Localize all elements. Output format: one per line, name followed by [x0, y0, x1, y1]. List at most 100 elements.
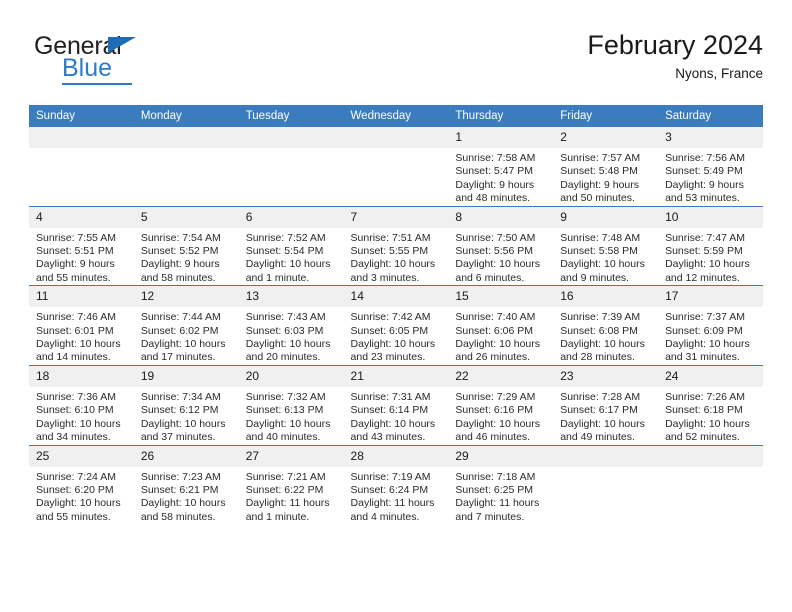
day-details: Sunrise: 7:43 AM Sunset: 6:03 PM Dayligh…	[239, 307, 344, 365]
day-details: Sunrise: 7:56 AM Sunset: 5:49 PM Dayligh…	[658, 148, 763, 206]
daylight-text-line1: Daylight: 10 hours	[455, 338, 541, 351]
day-cell[interactable]: 22 Sunrise: 7:29 AM Sunset: 6:16 PM Dayl…	[448, 364, 554, 445]
day-number: 18	[29, 365, 134, 387]
day-cell[interactable]: 20 Sunrise: 7:32 AM Sunset: 6:13 PM Dayl…	[238, 364, 344, 445]
daylight-text-line1: Daylight: 10 hours	[36, 417, 121, 430]
day-cell[interactable]: 6 Sunrise: 7:52 AM Sunset: 5:54 PM Dayli…	[238, 205, 344, 286]
sunset-text: Sunset: 6:16 PM	[455, 404, 534, 417]
daylight-text-line2: and 37 minutes.	[140, 431, 216, 444]
daylight-text-line2: and 48 minutes.	[455, 192, 531, 205]
day-number: 7	[343, 206, 449, 228]
daylight-text-line1: Daylight: 11 hours	[245, 497, 330, 510]
sunrise-text: Sunrise: 7:40 AM	[455, 311, 536, 324]
day-cell[interactable]: 29 Sunrise: 7:18 AM Sunset: 6:25 PM Dayl…	[448, 444, 554, 525]
daylight-text-line1: Daylight: 10 hours	[245, 417, 331, 430]
sunrise-text: Sunrise: 7:44 AM	[140, 311, 221, 324]
sunset-text: Sunset: 5:59 PM	[665, 245, 743, 258]
daylight-text-line2: and 58 minutes.	[140, 271, 216, 284]
daylight-text-line1: Daylight: 11 hours	[350, 497, 435, 510]
daylight-text-line2: and 12 minutes.	[665, 271, 740, 284]
sunrise-text: Sunrise: 7:19 AM	[350, 470, 431, 483]
day-cell[interactable]: 10 Sunrise: 7:47 AM Sunset: 5:59 PM Dayl…	[658, 205, 763, 286]
day-details: Sunrise: 7:29 AM Sunset: 6:16 PM Dayligh…	[448, 387, 553, 445]
day-number: 2	[553, 127, 659, 148]
day-cell[interactable]: 26 Sunrise: 7:23 AM Sunset: 6:21 PM Dayl…	[133, 444, 239, 525]
day-cell[interactable]: 9 Sunrise: 7:48 AM Sunset: 5:58 PM Dayli…	[553, 205, 659, 286]
day-cell[interactable]: 15 Sunrise: 7:40 AM Sunset: 6:06 PM Dayl…	[448, 285, 554, 366]
sunset-text: Sunset: 6:22 PM	[245, 483, 324, 496]
daylight-text-line1: Daylight: 10 hours	[350, 258, 436, 271]
day-cell[interactable]: 23 Sunrise: 7:28 AM Sunset: 6:17 PM Dayl…	[553, 364, 659, 445]
day-cell[interactable]: 25 Sunrise: 7:24 AM Sunset: 6:20 PM Dayl…	[29, 444, 134, 525]
day-cell[interactable]: 14 Sunrise: 7:42 AM Sunset: 6:05 PM Dayl…	[343, 285, 449, 366]
weekday-header-wednesday: Wednesday	[343, 105, 449, 127]
day-details: Sunrise: 7:23 AM Sunset: 6:21 PM Dayligh…	[134, 467, 239, 525]
sunrise-text: Sunrise: 7:56 AM	[665, 152, 746, 164]
daylight-text-line2: and 49 minutes.	[560, 431, 635, 444]
day-details: Sunrise: 7:39 AM Sunset: 6:08 PM Dayligh…	[553, 307, 658, 365]
daylight-text-line1: Daylight: 10 hours	[560, 258, 645, 271]
day-details: Sunrise: 7:37 AM Sunset: 6:09 PM Dayligh…	[658, 307, 763, 365]
day-number: 12	[133, 286, 239, 308]
day-cell[interactable]: 18 Sunrise: 7:36 AM Sunset: 6:10 PM Dayl…	[29, 364, 134, 445]
daylight-text-line1: Daylight: 9 hours	[140, 258, 220, 271]
daylight-text-line1: Daylight: 9 hours	[665, 178, 744, 191]
sunset-text: Sunset: 5:55 PM	[350, 245, 429, 258]
sunset-text: Sunset: 6:18 PM	[665, 404, 743, 417]
day-number: 8	[448, 206, 554, 228]
weekday-header-monday: Monday	[133, 105, 239, 127]
day-details: Sunrise: 7:57 AM Sunset: 5:48 PM Dayligh…	[553, 148, 658, 206]
day-cell[interactable]: 16 Sunrise: 7:39 AM Sunset: 6:08 PM Dayl…	[553, 285, 659, 366]
day-cell[interactable]: 3 Sunrise: 7:56 AM Sunset: 5:49 PM Dayli…	[658, 127, 763, 207]
day-details: Sunrise: 7:55 AM Sunset: 5:51 PM Dayligh…	[29, 228, 134, 286]
day-cell[interactable]: 2 Sunrise: 7:57 AM Sunset: 5:48 PM Dayli…	[553, 127, 659, 207]
day-cell[interactable]: 7 Sunrise: 7:51 AM Sunset: 5:55 PM Dayli…	[343, 205, 449, 286]
sunset-text: Sunset: 6:14 PM	[350, 404, 429, 417]
general-blue-logo[interactable]: General Blue	[34, 34, 234, 90]
sunset-text: Sunset: 6:01 PM	[36, 324, 114, 337]
day-number: 11	[29, 286, 134, 308]
day-cell	[238, 127, 344, 207]
day-cell[interactable]: 8 Sunrise: 7:50 AM Sunset: 5:56 PM Dayli…	[448, 205, 554, 286]
daylight-text-line1: Daylight: 10 hours	[140, 417, 226, 430]
day-cell[interactable]: 21 Sunrise: 7:31 AM Sunset: 6:14 PM Dayl…	[343, 364, 449, 445]
day-details: Sunrise: 7:42 AM Sunset: 6:05 PM Dayligh…	[344, 307, 449, 365]
day-number: 17	[658, 286, 763, 308]
day-number: 29	[448, 445, 554, 467]
day-number: 9	[553, 206, 659, 228]
day-cell[interactable]: 13 Sunrise: 7:43 AM Sunset: 6:03 PM Dayl…	[238, 285, 344, 366]
logo-triangle-icon	[108, 37, 136, 53]
day-cell[interactable]: 4 Sunrise: 7:55 AM Sunset: 5:51 PM Dayli…	[29, 205, 134, 286]
sunrise-text: Sunrise: 7:18 AM	[455, 470, 536, 483]
day-number: 23	[553, 365, 659, 387]
daylight-text-line2: and 14 minutes.	[36, 351, 111, 364]
daylight-text-line1: Daylight: 10 hours	[665, 258, 750, 271]
day-cell[interactable]: 17 Sunrise: 7:37 AM Sunset: 6:09 PM Dayl…	[658, 285, 763, 366]
day-number: 14	[343, 286, 449, 308]
day-number: 1	[448, 127, 554, 148]
sunset-text: Sunset: 6:08 PM	[560, 324, 638, 337]
day-cell	[553, 444, 659, 525]
sunset-text: Sunset: 5:48 PM	[560, 165, 638, 178]
day-number: 4	[29, 206, 134, 228]
day-cell[interactable]: 1 Sunrise: 7:58 AM Sunset: 5:47 PM Dayli…	[448, 127, 554, 207]
weekday-header-friday: Friday	[553, 105, 659, 127]
sunrise-text: Sunrise: 7:46 AM	[36, 311, 116, 324]
day-cell[interactable]: 12 Sunrise: 7:44 AM Sunset: 6:02 PM Dayl…	[133, 285, 239, 366]
day-number: 16	[553, 286, 659, 308]
day-number	[553, 445, 659, 467]
day-cell[interactable]: 28 Sunrise: 7:19 AM Sunset: 6:24 PM Dayl…	[343, 444, 449, 525]
daylight-text-line1: Daylight: 10 hours	[350, 417, 436, 430]
day-cell[interactable]: 11 Sunrise: 7:46 AM Sunset: 6:01 PM Dayl…	[29, 285, 134, 366]
daylight-text-line2: and 50 minutes.	[560, 192, 635, 205]
day-cell[interactable]: 24 Sunrise: 7:26 AM Sunset: 6:18 PM Dayl…	[658, 364, 763, 445]
daylight-text-line1: Daylight: 10 hours	[245, 338, 331, 351]
day-details: Sunrise: 7:50 AM Sunset: 5:56 PM Dayligh…	[448, 228, 553, 286]
day-cell[interactable]: 5 Sunrise: 7:54 AM Sunset: 5:52 PM Dayli…	[133, 205, 239, 286]
day-cell[interactable]: 27 Sunrise: 7:21 AM Sunset: 6:22 PM Dayl…	[238, 444, 344, 525]
daylight-text-line2: and 9 minutes.	[560, 271, 630, 284]
daylight-text-line2: and 55 minutes.	[36, 271, 111, 284]
daylight-text-line1: Daylight: 9 hours	[455, 178, 535, 191]
day-number	[29, 127, 134, 148]
day-cell[interactable]: 19 Sunrise: 7:34 AM Sunset: 6:12 PM Dayl…	[133, 364, 239, 445]
